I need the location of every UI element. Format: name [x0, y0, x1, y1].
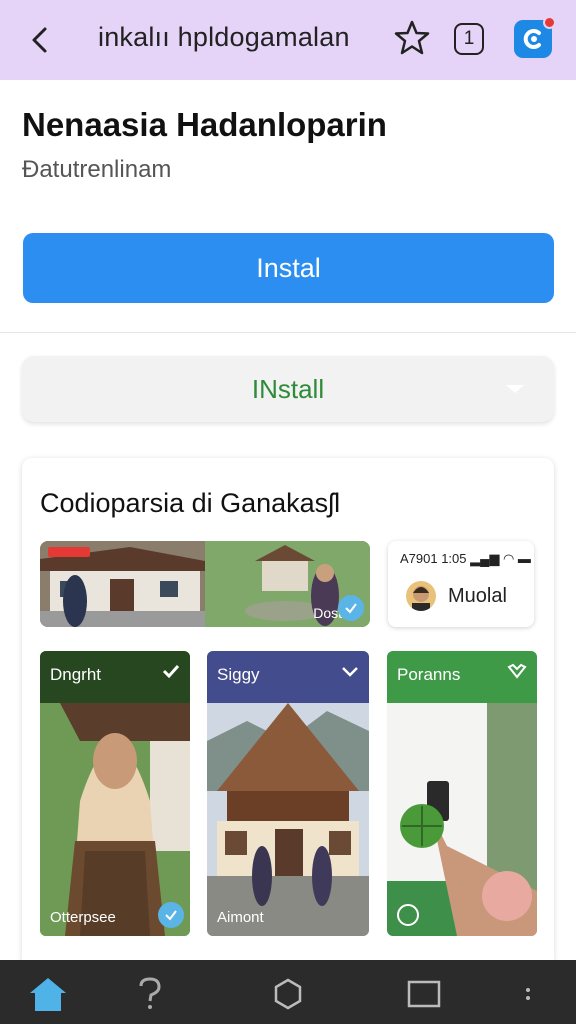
- tile-2[interactable]: Siggy Aimont: [207, 651, 369, 936]
- app-name: Nenaasia Hadanloparin: [22, 106, 387, 143]
- tile-1[interactable]: Dngrht Otterpsee: [40, 651, 190, 936]
- install-dropdown-label: INstall: [251, 373, 325, 404]
- tile-3-header: Poranns: [387, 651, 537, 703]
- check-icon[interactable]: [162, 663, 180, 683]
- status-time: A7901 1:05: [400, 551, 467, 566]
- tile-1-title: Dngrht: [50, 665, 102, 684]
- counter-icon[interactable]: 1: [454, 23, 484, 55]
- gallery-card: Codioparsia di Ganakasʃl Dostall A7901 1…: [22, 458, 554, 968]
- chevron-down-icon[interactable]: [341, 663, 359, 683]
- app-logo-icon[interactable]: [514, 16, 556, 58]
- radio-icon[interactable]: [397, 904, 419, 926]
- back-arrow-icon[interactable]: [22, 22, 58, 58]
- square-icon[interactable]: [404, 974, 444, 1014]
- more-icon[interactable]: [508, 974, 548, 1014]
- top-app-bar: inkalıı hpldogamalan 1: [0, 0, 576, 80]
- star-icon[interactable]: [392, 18, 432, 58]
- counter-value: 1: [463, 28, 475, 49]
- divider: [0, 332, 576, 333]
- help-icon[interactable]: [130, 974, 170, 1014]
- check-icon[interactable]: [338, 595, 364, 621]
- tile-2-header: Siggy: [207, 651, 369, 703]
- heart-check-icon[interactable]: [507, 663, 527, 684]
- install-dropdown-button[interactable]: INstall: [22, 356, 554, 422]
- avatar: [406, 581, 436, 611]
- top-bar-title: inkalıı hpldogamalan: [98, 22, 350, 52]
- tile-1-header: Dngrht: [40, 651, 190, 703]
- bottom-navigation: [0, 960, 576, 1024]
- banner-image[interactable]: Dostall: [40, 541, 370, 627]
- status-bar-text: A7901 1:05 ▂▄▆ ◠ ▬: [400, 551, 531, 567]
- signal-icon: ▂▄▆ ◠ ▬: [470, 551, 531, 566]
- check-icon[interactable]: [158, 902, 184, 928]
- mini-card-name: Muolal: [448, 585, 507, 607]
- status-mini-card[interactable]: A7901 1:05 ▂▄▆ ◠ ▬ Muolal: [388, 541, 534, 627]
- tile-1-footer: Otterpsee: [50, 909, 116, 926]
- app-subtitle: Ðatutrenlinam: [22, 156, 172, 183]
- tile-3-title: Poranns: [397, 665, 461, 684]
- hexagon-icon[interactable]: [268, 974, 308, 1014]
- banner-tag: [48, 547, 90, 557]
- home-icon[interactable]: [28, 974, 68, 1014]
- tile-3[interactable]: Poranns: [387, 651, 537, 936]
- tile-2-footer: Aimont: [217, 909, 264, 926]
- chevron-down-icon[interactable]: [506, 385, 524, 393]
- notification-dot: [543, 16, 556, 29]
- install-button[interactable]: Instal: [23, 233, 554, 303]
- card-title: Codioparsia di Ganakasʃl: [40, 488, 341, 518]
- tile-2-title: Siggy: [217, 665, 260, 684]
